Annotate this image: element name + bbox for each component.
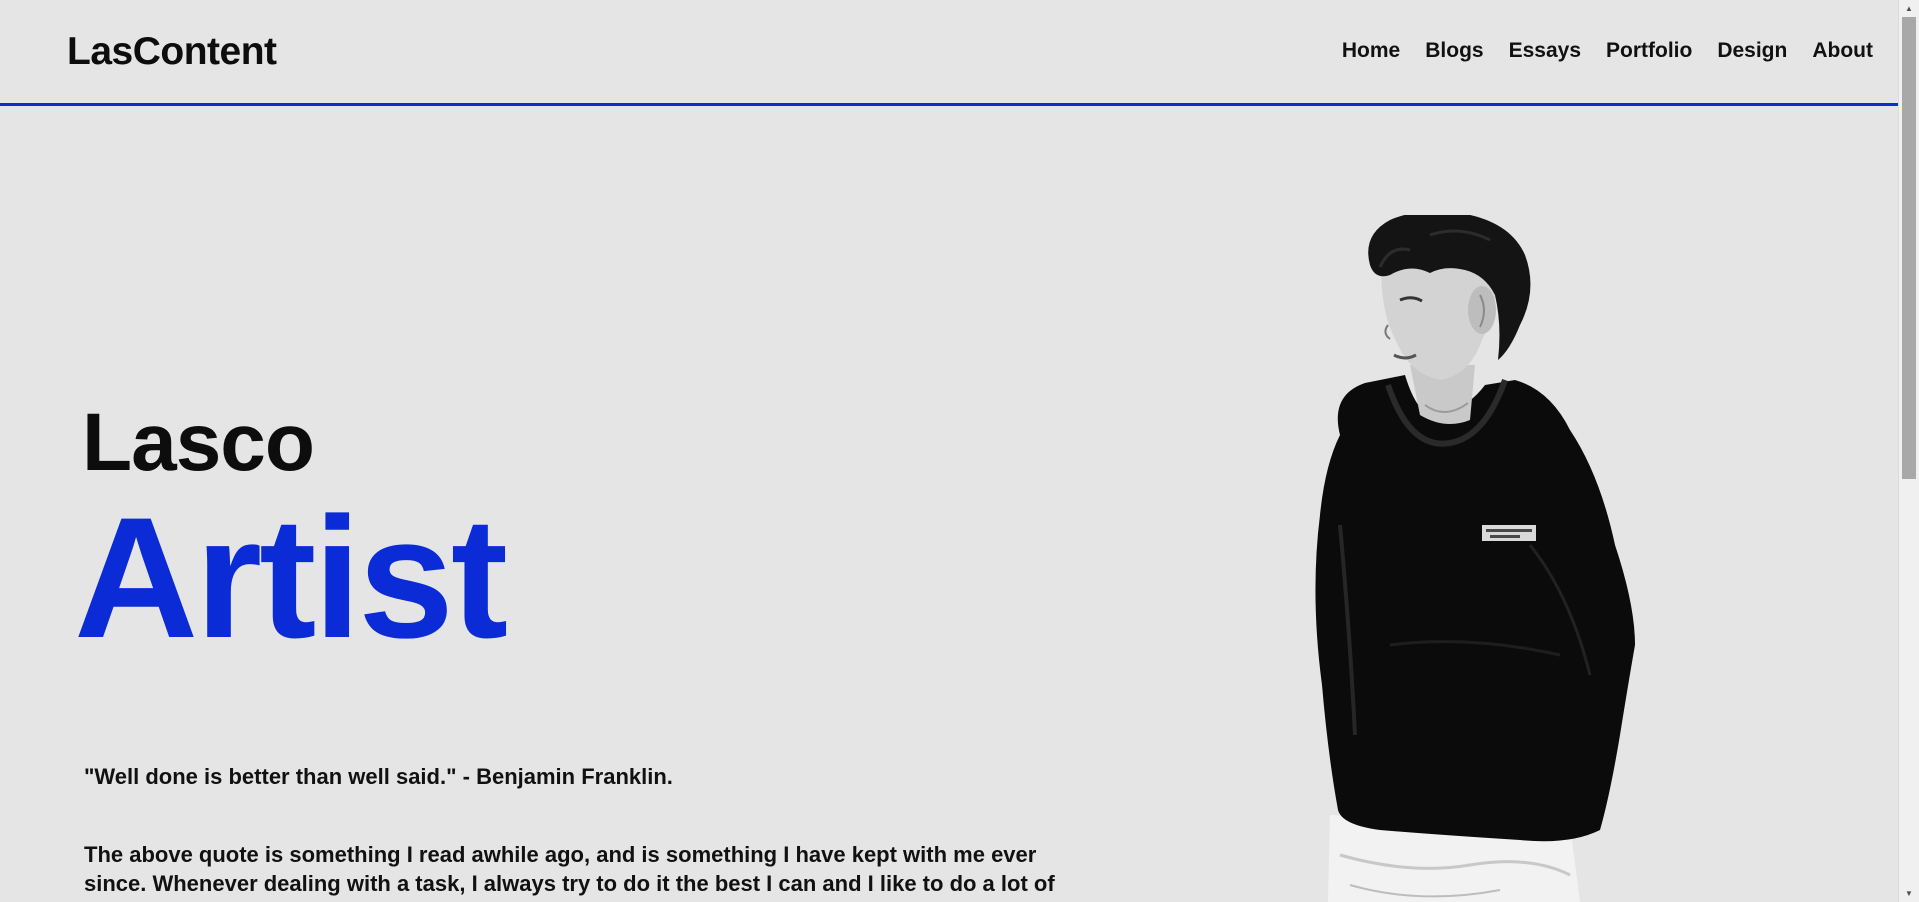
hero-role: Artist: [74, 482, 508, 674]
hero-bio: The above quote is something I read awhi…: [84, 842, 1055, 896]
nav-essays[interactable]: Essays: [1509, 39, 1581, 63]
portrait-photo: [1315, 215, 1635, 902]
vertical-scrollbar[interactable]: ▲ ▼: [1898, 0, 1919, 902]
site-header: LasContent Home Blogs Essays Portfolio D…: [0, 0, 1898, 106]
nav-home[interactable]: Home: [1342, 39, 1400, 63]
page: LasContent Home Blogs Essays Portfolio D…: [0, 0, 1919, 902]
scroll-down-icon[interactable]: ▼: [1899, 885, 1919, 902]
nav-blogs[interactable]: Blogs: [1425, 39, 1483, 63]
hero-quote: "Well done is better than well said." - …: [84, 764, 673, 789]
nav-about[interactable]: About: [1812, 39, 1873, 63]
scroll-up-icon[interactable]: ▲: [1899, 0, 1919, 17]
nav-portfolio[interactable]: Portfolio: [1606, 39, 1692, 63]
nav-design[interactable]: Design: [1717, 39, 1787, 63]
scrollbar-thumb[interactable]: [1902, 17, 1916, 479]
main-nav: Home Blogs Essays Portfolio Design About: [1342, 39, 1873, 63]
hero-name: Lasco: [82, 397, 315, 488]
site-logo[interactable]: LasContent: [67, 30, 277, 74]
